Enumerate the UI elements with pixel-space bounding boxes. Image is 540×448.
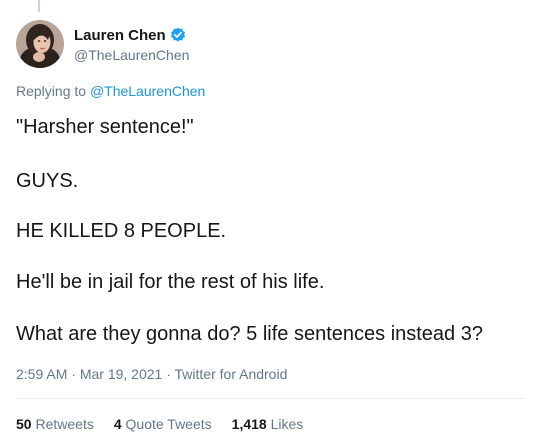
thread-connector-line [38, 0, 40, 12]
verified-badge-icon [170, 27, 186, 43]
tweet-card: Lauren Chen @TheLaurenChen Replying to @… [0, 0, 540, 448]
likes-stat[interactable]: 1,418 Likes [232, 416, 304, 432]
avatar[interactable] [16, 20, 64, 68]
tweet-text-line-3: HE KILLED 8 PEOPLE. [16, 220, 227, 242]
author-display-name[interactable]: Lauren Chen [74, 27, 166, 44]
likes-count: 1,418 [231, 416, 267, 432]
tweet-header: Lauren Chen @TheLaurenChen [16, 20, 189, 68]
name-row: Lauren Chen [74, 25, 189, 45]
replying-to-line: Replying to @TheLaurenChen [16, 83, 205, 99]
tweet-text-line-4: He'll be in jail for the rest of his lif… [16, 271, 325, 293]
avatar-image [16, 20, 64, 68]
quote-tweets-stat[interactable]: 4 Quote Tweets [114, 416, 212, 432]
author-handle[interactable]: @TheLaurenChen [74, 47, 189, 63]
retweets-stat[interactable]: 50 Retweets [16, 416, 94, 432]
retweets-count: 50 [16, 416, 32, 432]
replying-to-label: Replying to [16, 83, 87, 99]
meta-separator-2: · [166, 366, 171, 382]
retweets-label: Retweets [35, 416, 94, 432]
engagement-stats: 50 Retweets 4 Quote Tweets 1,418 Likes [16, 416, 323, 432]
replying-to-mention-link[interactable]: @TheLaurenChen [90, 83, 205, 99]
tweet-text-line-2: GUYS. [16, 170, 79, 192]
quote-tweets-label: Quote Tweets [125, 416, 212, 432]
tweet-time[interactable]: 2:59 AM [16, 366, 67, 382]
author-block: Lauren Chen @TheLaurenChen [74, 25, 189, 64]
tweet-text-line-1: "Harsher sentence!" [16, 116, 194, 138]
meta-separator-1: · [71, 366, 76, 382]
tweet-date[interactable]: Mar 19, 2021 [80, 366, 163, 382]
likes-label: Likes [270, 416, 304, 432]
tweet-source[interactable]: Twitter for Android [175, 366, 288, 382]
quote-tweets-count: 4 [113, 416, 122, 432]
stats-divider [16, 398, 524, 399]
tweet-metadata: 2:59 AM · Mar 19, 2021 · Twitter for And… [16, 366, 287, 382]
tweet-text-line-5: What are they gonna do? 5 life sentences… [16, 323, 483, 345]
